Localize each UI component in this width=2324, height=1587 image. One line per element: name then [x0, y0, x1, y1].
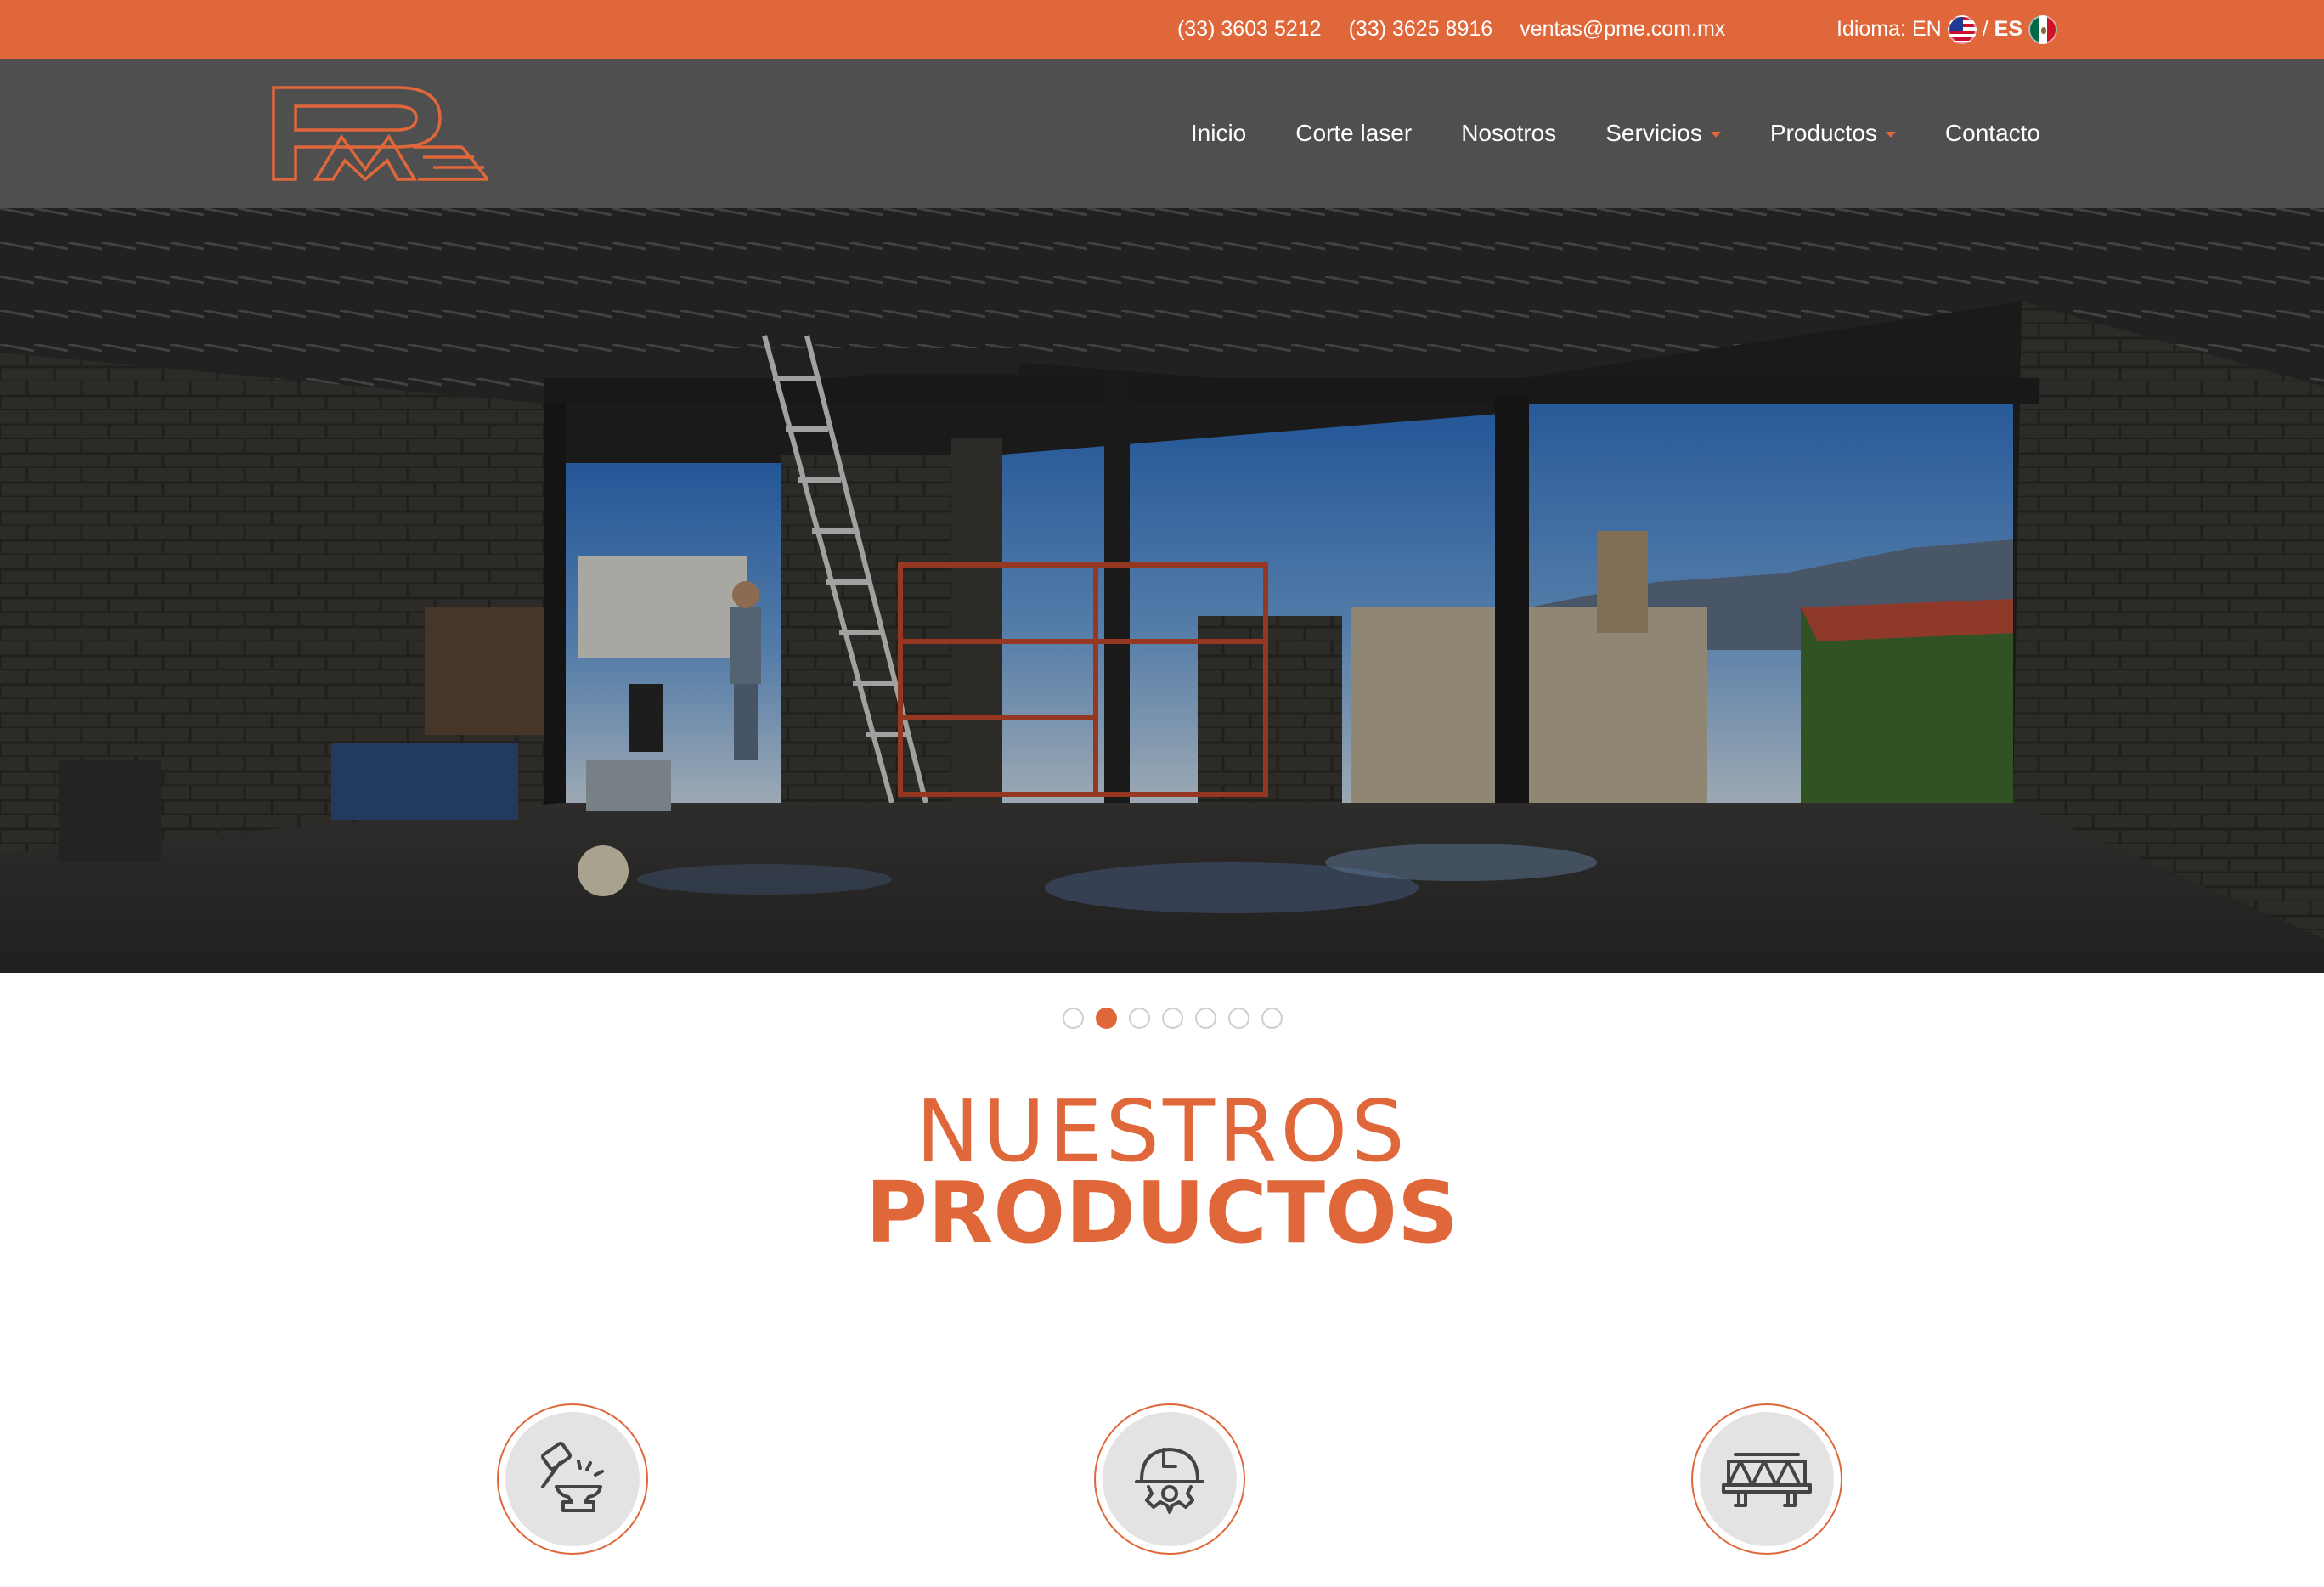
nav-nosotros[interactable]: Nosotros: [1461, 120, 1556, 147]
main-menu: Inicio Corte laser Nosotros Servicios Pr…: [1191, 59, 2040, 208]
product-card-2[interactable]: [1094, 1403, 1245, 1555]
lang-separator: /: [1982, 17, 1988, 41]
mexico-flag-icon[interactable]: [2028, 14, 2058, 44]
top-contact-bar: (33) 3603 5212 (33) 3625 8916 ventas@pme…: [0, 0, 2324, 59]
nav-inicio[interactable]: Inicio: [1191, 120, 1246, 147]
slider-dot[interactable]: [1261, 1008, 1283, 1029]
section-title-line2: PRODUCTOS: [865, 1163, 1459, 1262]
language-switcher: Idioma: EN / ES: [1836, 0, 2058, 59]
slider-pagination: [0, 1008, 2324, 1029]
phone-link-1[interactable]: (33) 3603 5212: [1177, 17, 1322, 42]
product-card-3[interactable]: [1691, 1403, 1842, 1555]
language-label: Idioma:: [1836, 17, 1906, 41]
slider-dot[interactable]: [1227, 1008, 1249, 1029]
truss-bridge-icon: [1722, 1453, 1812, 1507]
nav-corte-laser[interactable]: Corte laser: [1295, 120, 1412, 147]
products-section-title: NUESTROS PRODUCTOS: [0, 1089, 2324, 1256]
section-title-line1: NUESTROS: [916, 1082, 1408, 1181]
us-flag-icon[interactable]: [1947, 14, 1977, 44]
main-navbar: Inicio Corte laser Nosotros Servicios Pr…: [0, 59, 2324, 208]
lang-es-link[interactable]: ES: [1994, 17, 2022, 42]
product-card-1[interactable]: [497, 1403, 648, 1555]
slider-dot[interactable]: [1161, 1008, 1183, 1029]
slider-dot[interactable]: [1062, 1008, 1084, 1029]
pme-logo[interactable]: [270, 84, 491, 183]
dropdown-caret-icon: [1885, 131, 1896, 138]
slider-dot[interactable]: [1095, 1008, 1117, 1029]
email-link[interactable]: ventas@pme.com.mx: [1520, 17, 1725, 42]
contact-info: (33) 3603 5212 (33) 3625 8916 ventas@pme…: [1177, 0, 1725, 59]
phone-link-2[interactable]: (33) 3625 8916: [1349, 17, 1493, 42]
hardhat-gear-icon: [1135, 1448, 1204, 1514]
slider-dot[interactable]: [1128, 1008, 1150, 1029]
hero-slide-image: [0, 208, 2324, 973]
nav-servicios[interactable]: Servicios: [1605, 120, 1721, 147]
anvil-hammer-icon: [540, 1441, 604, 1512]
slider-dot[interactable]: [1194, 1008, 1216, 1029]
nav-contacto[interactable]: Contacto: [1945, 120, 2040, 147]
dropdown-caret-icon: [1710, 131, 1721, 138]
lang-en-link[interactable]: EN: [1912, 17, 1942, 42]
nav-productos[interactable]: Productos: [1770, 120, 1896, 147]
